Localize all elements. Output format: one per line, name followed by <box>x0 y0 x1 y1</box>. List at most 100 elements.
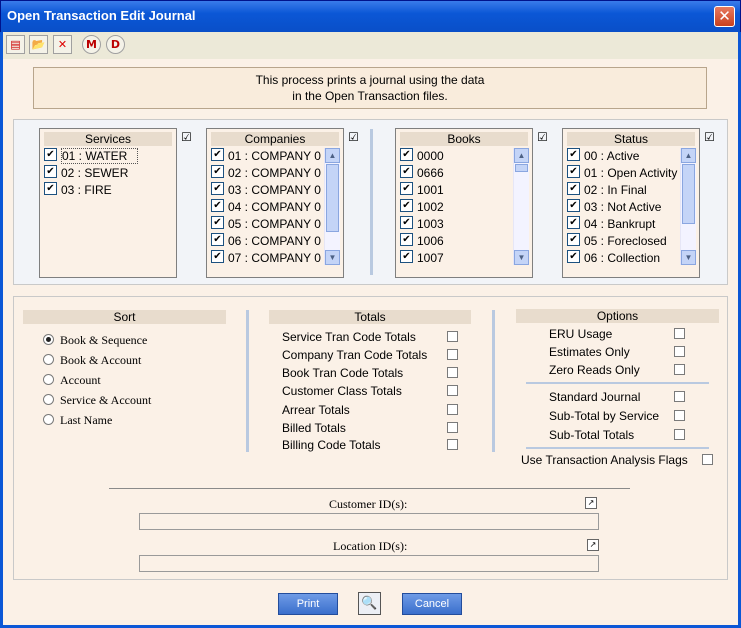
list-item[interactable]: 00 : Active <box>567 148 677 165</box>
checkbox[interactable] <box>567 182 580 195</box>
sort-option-book-account[interactable]: Book & Account <box>43 350 151 370</box>
checkbox[interactable] <box>44 165 57 178</box>
checkbox[interactable] <box>400 199 413 212</box>
location-lookup-icon[interactable]: ↗ <box>587 539 599 551</box>
total-company-tran-code-checkbox[interactable] <box>447 349 458 360</box>
checkbox[interactable] <box>567 199 580 212</box>
scroll-up-icon[interactable]: ▲ <box>681 148 696 163</box>
option-zero-reads-checkbox[interactable] <box>674 364 685 375</box>
scroll-thumb[interactable] <box>682 164 695 224</box>
scroll-down-icon[interactable]: ▼ <box>514 250 529 265</box>
radio-button[interactable] <box>43 394 54 405</box>
checkbox[interactable] <box>44 182 57 195</box>
option-estimates-only-checkbox[interactable] <box>674 346 685 357</box>
sort-option-service-account[interactable]: Service & Account <box>43 390 151 410</box>
list-item[interactable]: 07 : COMPANY 0 <box>211 250 321 267</box>
checkbox[interactable] <box>400 148 413 161</box>
report-icon[interactable]: ▤ <box>6 35 25 54</box>
scroll-up-icon[interactable]: ▲ <box>325 148 340 163</box>
select-all-status-icon[interactable]: ☑ <box>703 130 716 144</box>
checkbox[interactable] <box>400 233 413 246</box>
list-item[interactable]: 06 : COMPANY 0 <box>211 233 321 250</box>
list-item[interactable]: 1007 <box>400 250 444 267</box>
total-billing-code-checkbox[interactable] <box>447 439 458 450</box>
checkbox[interactable] <box>567 233 580 246</box>
checkbox[interactable] <box>567 250 580 263</box>
status-scrollbar[interactable]: ▲ ▼ <box>680 148 696 265</box>
total-billed-checkbox[interactable] <box>447 422 458 433</box>
list-item[interactable]: 05 : COMPANY 0 <box>211 216 321 233</box>
sort-option-account[interactable]: Account <box>43 370 151 390</box>
radio-button[interactable] <box>43 414 54 425</box>
scroll-thumb[interactable] <box>326 164 339 232</box>
list-item[interactable]: 02 : In Final <box>567 182 677 199</box>
radio-button[interactable] <box>43 354 54 365</box>
list-item[interactable]: 1006 <box>400 233 444 250</box>
checkbox[interactable] <box>400 250 413 263</box>
list-item[interactable]: 02 : COMPANY 0 <box>211 165 321 182</box>
delete-icon[interactable]: ✕ <box>53 35 72 54</box>
print-button[interactable]: Print <box>278 593 338 615</box>
checkbox[interactable] <box>400 182 413 195</box>
list-item[interactable]: 01 : COMPANY 0 <box>211 148 321 165</box>
scroll-down-icon[interactable]: ▼ <box>681 250 696 265</box>
list-item[interactable]: 01 : WATER <box>44 148 139 165</box>
option-subtotal-totals-checkbox[interactable] <box>674 429 685 440</box>
list-item[interactable]: 04 : COMPANY 0 <box>211 199 321 216</box>
list-item[interactable]: 03 : COMPANY 0 <box>211 182 321 199</box>
customer-lookup-icon[interactable]: ↗ <box>585 497 597 509</box>
location-id-input[interactable] <box>139 555 599 572</box>
checkbox[interactable] <box>400 216 413 229</box>
list-item[interactable]: 02 : SEWER <box>44 165 138 182</box>
total-service-tran-code-checkbox[interactable] <box>447 331 458 342</box>
scroll-up-icon[interactable]: ▲ <box>514 148 529 163</box>
m-icon[interactable]: M <box>82 35 101 54</box>
checkbox[interactable] <box>211 250 224 263</box>
checkbox[interactable] <box>567 216 580 229</box>
checkbox[interactable] <box>211 182 224 195</box>
print-preview-icon[interactable]: 🔍 <box>358 592 381 615</box>
list-item[interactable]: 06 : Collection <box>567 250 677 267</box>
option-eru-usage-checkbox[interactable] <box>674 328 685 339</box>
sort-option-book-sequence[interactable]: Book & Sequence <box>43 330 151 350</box>
sort-option-last-name[interactable]: Last Name <box>43 410 151 430</box>
open-folder-icon[interactable]: 📂 <box>29 35 48 54</box>
option-subtotal-service-checkbox[interactable] <box>674 410 685 421</box>
checkbox[interactable] <box>211 233 224 246</box>
companies-scrollbar[interactable]: ▲ ▼ <box>324 148 340 265</box>
checkbox[interactable] <box>211 148 224 161</box>
list-item[interactable]: 1001 <box>400 182 444 199</box>
list-item[interactable]: 1002 <box>400 199 444 216</box>
list-item[interactable]: 03 : FIRE <box>44 182 138 199</box>
select-all-books-icon[interactable]: ☑ <box>536 130 549 144</box>
checkbox[interactable] <box>567 165 580 178</box>
customer-id-input[interactable] <box>139 513 599 530</box>
checkbox[interactable] <box>44 148 57 161</box>
select-all-companies-icon[interactable]: ☑ <box>347 130 360 144</box>
list-item[interactable]: 1003 <box>400 216 444 233</box>
list-item[interactable]: 01 : Open Activity <box>567 165 677 182</box>
list-item[interactable]: 05 : Foreclosed <box>567 233 677 250</box>
radio-button[interactable] <box>43 334 54 345</box>
radio-button[interactable] <box>43 374 54 385</box>
list-item[interactable]: 0000 <box>400 148 444 165</box>
cancel-button[interactable]: Cancel <box>402 593 462 615</box>
option-analysis-flags-checkbox[interactable] <box>702 454 713 465</box>
total-customer-class-checkbox[interactable] <box>447 385 458 396</box>
list-item[interactable]: 0666 <box>400 165 444 182</box>
checkbox[interactable] <box>211 199 224 212</box>
select-all-services-icon[interactable]: ☑ <box>180 130 193 144</box>
checkbox[interactable] <box>211 165 224 178</box>
option-standard-journal-checkbox[interactable] <box>674 391 685 402</box>
list-item[interactable]: 04 : Bankrupt <box>567 216 677 233</box>
checkbox[interactable] <box>400 165 413 178</box>
total-arrear-checkbox[interactable] <box>447 404 458 415</box>
checkbox[interactable] <box>211 216 224 229</box>
close-button[interactable]: ✕ <box>714 6 735 27</box>
list-item[interactable]: 03 : Not Active <box>567 199 677 216</box>
checkbox[interactable] <box>567 148 580 161</box>
total-book-tran-code-checkbox[interactable] <box>447 367 458 378</box>
scroll-down-icon[interactable]: ▼ <box>325 250 340 265</box>
scroll-thumb[interactable] <box>515 164 528 172</box>
d-icon[interactable]: D <box>106 35 125 54</box>
